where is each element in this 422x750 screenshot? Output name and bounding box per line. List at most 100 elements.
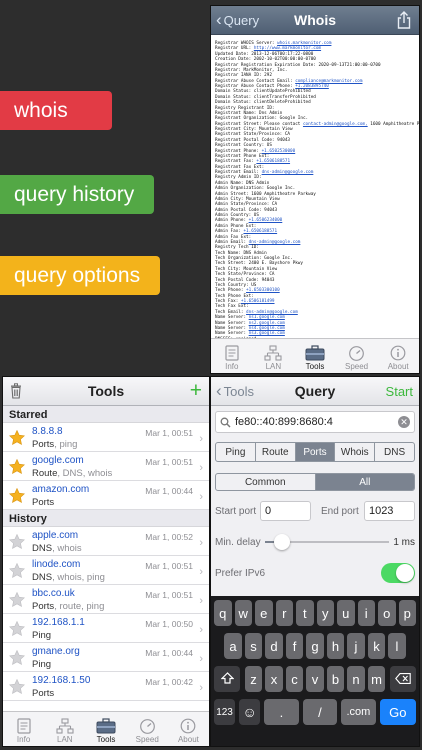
list-item[interactable]: linode.com DNS, whois, ping Mar 1, 00:51 › [3,556,209,585]
whois-link[interactable]: contact-admin@google.com, [303,122,368,127]
shift-key[interactable] [214,666,240,692]
star-filled-icon[interactable] [9,458,25,479]
tool-tab-whois[interactable]: Whois [335,443,376,461]
list-item[interactable]: 192.168.1.1 Ping Mar 1, 00:50 › [3,614,209,643]
list-item[interactable]: amazon.com Ports Mar 1, 00:44 › [3,481,209,510]
tool-tab-ping[interactable]: Ping [216,443,256,461]
tool-tab-dns[interactable]: DNS [375,443,414,461]
tab-tools[interactable]: Tools [85,712,126,746]
star-outline-icon[interactable] [9,591,25,612]
clear-icon[interactable]: ✕ [398,416,410,428]
key-z[interactable]: z [244,666,263,692]
go-key[interactable]: Go [379,699,417,725]
slash-key[interactable]: / [302,699,338,725]
prefer-ipv6-toggle[interactable] [381,563,415,583]
list-item[interactable]: 192.168.1.50 Ports Mar 1, 00:42 › [3,672,209,701]
key-q[interactable]: q [214,600,232,626]
history-section-header: History [3,510,209,527]
emoji-key[interactable]: ☺ [239,699,261,725]
key-l[interactable]: l [388,633,406,659]
tool-tab-ports[interactable]: Ports [295,443,336,461]
add-icon[interactable]: + [190,380,202,401]
delay-slider[interactable] [265,534,389,550]
key-y[interactable]: y [316,600,334,626]
key-b[interactable]: b [326,666,345,692]
tab-info[interactable]: Info [3,712,44,746]
list-item[interactable]: 8.8.8.8 Ports, ping Mar 1, 00:51 › [3,423,209,452]
start-button[interactable]: Start [386,384,413,399]
star-outline-icon[interactable] [9,620,25,641]
whois-link[interactable]: +1.6506234000 [249,218,283,223]
whois-link[interactable]: ns3.google.com [249,331,285,336]
key-s[interactable]: s [244,633,263,659]
tab-about[interactable]: About [377,339,419,373]
list-item[interactable]: gmane.org Ping Mar 1, 00:44 › [3,643,209,672]
key-f[interactable]: f [285,633,304,659]
tab-lan[interactable]: LAN [253,339,295,373]
shift-icon [220,671,234,687]
slider-thumb[interactable] [273,534,290,550]
key-g[interactable]: g [306,633,324,659]
backspace-key[interactable] [390,666,416,692]
address-value: fe80::40:899:8680:4 [235,416,333,428]
star-outline-icon[interactable] [9,678,25,699]
key-a[interactable]: a [224,633,242,659]
dot-key[interactable]: . [264,699,299,725]
key-j[interactable]: j [347,633,365,659]
key-n[interactable]: n [347,666,365,692]
back-button[interactable]: ‹ Query [216,6,259,34]
key-e[interactable]: e [255,600,273,626]
whois-link[interactable]: ns2.google.com [249,321,285,326]
whois-link[interactable]: dns-admin@google.com [246,310,298,315]
tab-lan[interactable]: LAN [44,712,85,746]
tab-tools[interactable]: Tools [294,339,336,373]
about-icon [180,718,196,735]
range-common[interactable]: Common [216,474,316,490]
key-v[interactable]: v [306,666,324,692]
range-all[interactable]: All [315,474,414,490]
list-item[interactable]: google.com Route, DNS, whois Mar 1, 00:51 › [3,452,209,481]
numbers-key[interactable]: 123 [214,699,236,725]
star-outline-icon[interactable] [9,533,25,554]
whois-link[interactable]: +1.6506188571 [243,229,277,234]
star-outline-icon[interactable] [9,649,25,670]
end-port-input[interactable]: 1023 [363,501,415,521]
back-button[interactable]: ‹ Tools [216,377,254,405]
star-filled-icon[interactable] [9,487,25,508]
tool-name: , DNS [57,468,83,479]
whois-link[interactable]: +1.6503300100 [246,288,280,293]
key-o[interactable]: o [378,600,396,626]
key-k[interactable]: k [367,633,386,659]
tool-tab-route[interactable]: Route [256,443,296,461]
tab-about[interactable]: About [168,712,209,746]
key-w[interactable]: w [234,600,252,626]
list-item[interactable]: bbc.co.uk Ports, route, ping Mar 1, 00:51 › [3,585,209,614]
address-input[interactable]: fe80::40:899:8680:4 ✕ [215,411,415,433]
share-icon[interactable] [397,11,411,34]
key-i[interactable]: i [357,600,375,626]
whois-link[interactable]: +1.6502530000 [262,149,296,154]
whois-link[interactable]: compliance@markmonitor.com [295,79,362,84]
key-r[interactable]: r [275,600,293,626]
start-port-input[interactable]: 0 [259,501,311,521]
star-filled-icon[interactable] [9,429,25,450]
whois-link[interactable]: ns1.google.com [249,315,285,320]
key-x[interactable]: x [265,666,283,692]
whois-link[interactable]: +1.6506188571 [256,159,290,164]
key-d[interactable]: d [265,633,283,659]
key-t[interactable]: t [296,600,314,626]
tab-speed[interactable]: Speed [336,339,378,373]
star-outline-icon[interactable] [9,562,25,583]
whois-link[interactable]: dns-admin@google.com [262,170,314,175]
key-p[interactable]: p [398,600,416,626]
key-h[interactable]: h [326,633,345,659]
list-item[interactable]: apple.com DNS, whois Mar 1, 00:52 › [3,527,209,556]
key-c[interactable]: c [285,666,304,692]
dotcom-key[interactable]: .com [341,699,376,725]
key-u[interactable]: u [337,600,355,626]
tab-info[interactable]: Info [211,339,253,373]
tab-speed[interactable]: Speed [127,712,168,746]
whois-link[interactable]: http://www.markmonitor.com [254,46,321,51]
trash-icon[interactable] [10,383,22,404]
key-m[interactable]: m [367,666,386,692]
